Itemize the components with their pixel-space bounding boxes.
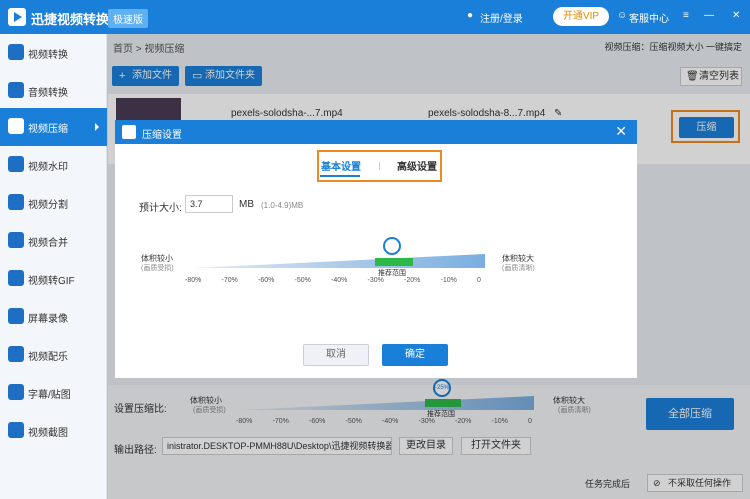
tick-label: -50% bbox=[294, 277, 311, 284]
screen-record-icon bbox=[8, 308, 24, 324]
music-icon bbox=[8, 346, 24, 362]
size-range: (1.0-4.9)MB bbox=[261, 201, 304, 210]
sidebar-item-label: 视频合并 bbox=[28, 238, 68, 249]
tick-label: -70% bbox=[221, 277, 238, 284]
sidebar-item-label: 视频转换 bbox=[28, 50, 68, 61]
sidebar-item-label: 视频转GIF bbox=[28, 276, 75, 287]
video-convert-icon bbox=[8, 44, 24, 60]
tab-separator bbox=[379, 162, 380, 170]
sidebar-item-video-compress[interactable]: 视频压缩 bbox=[0, 108, 107, 146]
sidebar-item-label: 音频转换 bbox=[28, 88, 68, 99]
tab-basic-settings[interactable]: 基本设置 bbox=[321, 158, 361, 173]
sidebar-item-audio-convert[interactable]: 音频转换 bbox=[0, 72, 107, 110]
dialog-title: 压缩设置 bbox=[142, 130, 182, 141]
dialog-recommended-range bbox=[375, 258, 413, 266]
sidebar-item-label: 视频压缩 bbox=[28, 124, 68, 135]
dialog-compress-slider[interactable] bbox=[193, 254, 485, 268]
minimize-icon[interactable]: — bbox=[704, 10, 714, 21]
screenshot-icon bbox=[8, 422, 24, 438]
tick-label: -10% bbox=[440, 277, 457, 284]
watermark-icon bbox=[8, 156, 24, 172]
tick-label: -20% bbox=[404, 277, 421, 284]
tick-label: -60% bbox=[258, 277, 275, 284]
size-input[interactable]: 3.7 bbox=[185, 195, 233, 213]
sidebar-item-label: 字幕/贴图 bbox=[28, 390, 71, 401]
dialog-close-icon[interactable]: ✕ bbox=[615, 123, 627, 140]
sidebar-item-screen-record[interactable]: 屏幕录像 bbox=[0, 298, 107, 336]
compress-settings-dialog: 压缩设置 ✕ 基本设置 高级设置 预计大小: 3.7 MB (1.0-4.9)M… bbox=[115, 120, 637, 378]
sidebar-item-subtitle[interactable]: 字幕/贴图 bbox=[0, 374, 107, 412]
sidebar-item-music[interactable]: 视频配乐 bbox=[0, 336, 107, 374]
size-unit: MB bbox=[239, 199, 254, 210]
subtitle-icon bbox=[8, 384, 24, 400]
split-icon bbox=[8, 194, 24, 210]
service-link[interactable]: 客服中心 bbox=[629, 10, 669, 25]
menu-icon[interactable]: ≡ bbox=[683, 10, 689, 21]
user-icon[interactable]: ● bbox=[467, 10, 473, 21]
sidebar-item-split[interactable]: 视频分割 bbox=[0, 184, 107, 222]
dialog-larger-sub: (画质清晰) bbox=[502, 265, 535, 272]
tick-label: 0 bbox=[477, 277, 481, 284]
tick-label: -40% bbox=[331, 277, 348, 284]
dialog-smaller-sub: (画质受损) bbox=[141, 265, 174, 272]
app-logo-icon bbox=[8, 8, 26, 26]
video-compress-icon bbox=[8, 118, 24, 134]
sidebar-item-merge[interactable]: 视频合并 bbox=[0, 222, 107, 260]
sidebar-item-label: 视频配乐 bbox=[28, 352, 68, 363]
tab-advanced-settings[interactable]: 高级设置 bbox=[397, 158, 437, 173]
tick-label: -30% bbox=[367, 277, 384, 284]
sidebar-item-watermark[interactable]: 视频水印 bbox=[0, 146, 107, 184]
sidebar-item-label: 屏幕录像 bbox=[28, 314, 68, 325]
sidebar-item-video-convert[interactable]: 视频转换 bbox=[0, 34, 107, 72]
sidebar: 视频转换 音频转换 视频压缩 视频水印 视频分割 视频合并 视频转GIF 屏幕录… bbox=[0, 34, 107, 499]
cancel-button[interactable]: 取消 bbox=[303, 344, 369, 366]
ok-button[interactable]: 确定 bbox=[382, 344, 448, 366]
chat-icon[interactable]: ☺ bbox=[617, 10, 627, 21]
sidebar-item-screenshot[interactable]: 视频截图 bbox=[0, 412, 107, 450]
tab-active-underline bbox=[320, 175, 360, 177]
chevron-right-icon bbox=[95, 123, 99, 131]
login-link[interactable]: 注册/登录 bbox=[480, 10, 523, 25]
tick-label: -80% bbox=[185, 277, 202, 284]
sidebar-item-label: 视频分割 bbox=[28, 200, 68, 211]
dialog-header: 压缩设置 ✕ bbox=[115, 120, 637, 144]
dialog-logo-icon bbox=[122, 125, 136, 139]
close-icon[interactable]: ✕ bbox=[732, 10, 740, 21]
sidebar-item-label: 视频截图 bbox=[28, 428, 68, 439]
title-bar: 迅捷视频转换器 极速版 ● 注册/登录 开通VIP ☺ 客服中心 ≡ — ✕ bbox=[0, 0, 750, 34]
audio-convert-icon bbox=[8, 82, 24, 98]
gif-icon bbox=[8, 270, 24, 286]
size-label: 预计大小: bbox=[139, 203, 182, 214]
vip-button[interactable]: 开通VIP bbox=[553, 7, 609, 26]
edition-badge: 极速版 bbox=[108, 9, 148, 28]
dialog-slider-handle[interactable] bbox=[383, 237, 401, 255]
merge-icon bbox=[8, 232, 24, 248]
sidebar-item-gif[interactable]: 视频转GIF bbox=[0, 260, 107, 298]
sidebar-item-label: 视频水印 bbox=[28, 162, 68, 173]
